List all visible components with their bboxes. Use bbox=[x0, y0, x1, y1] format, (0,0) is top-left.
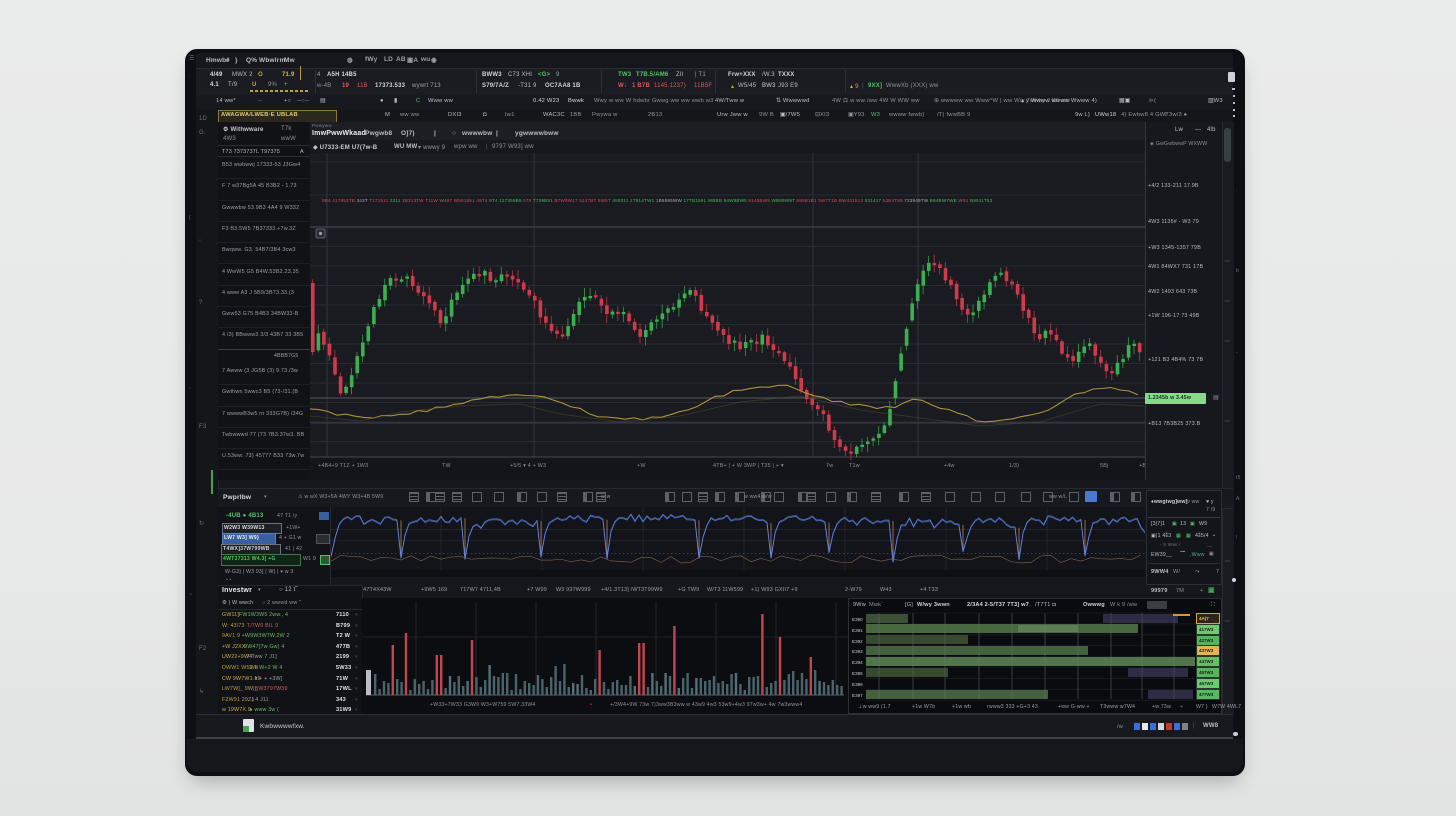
svg-text:E397: E397 bbox=[852, 693, 863, 698]
svg-text:E396: E396 bbox=[852, 682, 863, 687]
svg-text:E393: E393 bbox=[852, 649, 863, 654]
svg-text:E394: E394 bbox=[852, 660, 863, 665]
svg-text:E395: E395 bbox=[852, 671, 863, 676]
svg-text:E390: E390 bbox=[852, 617, 863, 622]
svg-text:E391: E391 bbox=[852, 628, 863, 633]
svg-text:E392: E392 bbox=[852, 639, 863, 644]
